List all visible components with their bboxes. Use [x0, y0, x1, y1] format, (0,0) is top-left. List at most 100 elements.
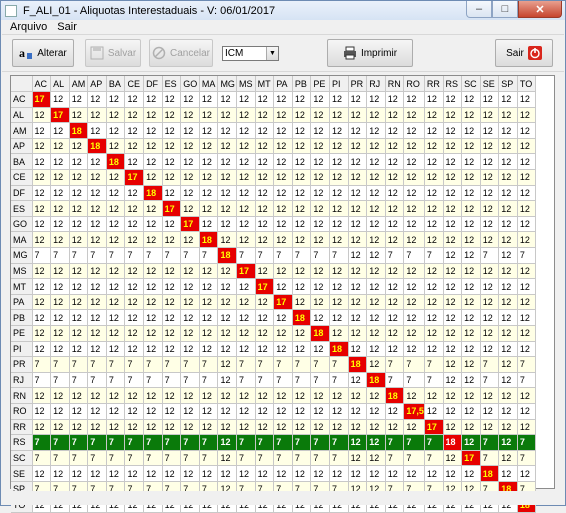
grid-cell[interactable]: 12 — [310, 278, 330, 295]
grid-cell[interactable]: 12 — [255, 169, 275, 186]
menu-arquivo[interactable]: Arquivo — [2, 20, 52, 34]
grid-cell[interactable]: 12 — [461, 341, 481, 358]
grid-cell[interactable]: 12 — [236, 107, 256, 124]
grid-cell[interactable]: 12 — [403, 465, 425, 482]
grid-cell[interactable]: 12 — [498, 216, 518, 233]
column-header-rj[interactable]: RJ — [366, 76, 386, 93]
grid-cell[interactable]: 12 — [143, 200, 163, 217]
grid-cell[interactable]: 12 — [443, 387, 463, 404]
grid-cell[interactable]: 12 — [87, 169, 107, 186]
grid-cell[interactable]: 12 — [106, 122, 126, 139]
row-header-mt[interactable]: MT — [11, 278, 33, 295]
grid-cell[interactable]: 12 — [385, 278, 405, 295]
grid-cell[interactable]: 12 — [50, 278, 70, 295]
grid-cell[interactable]: 12 — [32, 419, 52, 436]
grid-cell[interactable]: 12 — [310, 153, 330, 171]
grid-cell[interactable]: 12 — [329, 91, 349, 108]
grid-cell[interactable]: 12 — [366, 434, 386, 451]
grid-cell[interactable]: 12 — [69, 138, 89, 155]
grid-cell[interactable]: 12 — [424, 231, 444, 249]
grid-cell[interactable]: 12 — [424, 91, 444, 108]
menu-sair[interactable]: Sair — [52, 20, 82, 34]
grid-cell[interactable]: 12 — [143, 169, 163, 186]
grid-cell[interactable]: 12 — [366, 278, 386, 295]
grid-cell[interactable]: 12 — [87, 185, 107, 202]
grid-cell[interactable]: 7 — [273, 372, 293, 389]
grid-cell[interactable]: 12 — [292, 278, 312, 295]
grid-cell[interactable]: 12 — [199, 278, 219, 295]
grid-cell[interactable]: 12 — [424, 122, 444, 139]
grid-cell[interactable]: 17 — [236, 263, 256, 280]
grid-cell[interactable]: 12 — [348, 309, 368, 326]
grid-cell[interactable]: 12 — [498, 200, 518, 217]
grid-cell[interactable]: 12 — [273, 341, 293, 358]
grid-cell[interactable]: 12 — [443, 107, 463, 124]
grid-cell[interactable]: 12 — [498, 122, 518, 139]
grid-cell[interactable]: 12 — [329, 107, 349, 124]
grid-cell[interactable]: 12 — [50, 403, 70, 420]
table-row[interactable]: GO 12 12 12 12 12 12 12 12 17 12 12 12 12 12 12 12 12 12 12… — [11, 216, 537, 233]
grid-cell[interactable]: 12 — [366, 153, 386, 171]
grid-cell[interactable]: 12 — [498, 138, 518, 155]
grid-cell[interactable]: 12 — [366, 325, 386, 342]
row-header-ce[interactable]: CE — [11, 169, 33, 186]
grid-cell[interactable]: 12 — [106, 138, 126, 155]
grid-cell[interactable]: 12 — [273, 216, 293, 233]
grid-cell[interactable]: 12 — [217, 200, 238, 217]
grid-cell[interactable]: 7 — [50, 434, 70, 451]
column-header-mg[interactable]: MG — [217, 76, 238, 93]
grid-cell[interactable]: 12 — [385, 122, 405, 139]
grid-cell[interactable]: 7 — [50, 356, 70, 373]
grid-cell[interactable]: 12 — [292, 200, 312, 217]
grid-cell[interactable]: 7 — [143, 356, 163, 373]
grid-cell[interactable]: 12 — [236, 341, 256, 358]
grid-cell[interactable]: 12 — [480, 138, 500, 155]
grid-cell[interactable]: 7 — [385, 356, 405, 373]
grid-cell[interactable]: 12 — [480, 263, 500, 280]
table-row[interactable]: AC 17 12 12 12 12 12 12 12 12 12 12 12 12 12 12 12 12 12 12… — [11, 91, 537, 108]
column-header-df[interactable]: DF — [143, 76, 163, 93]
grid-cell[interactable]: 12 — [480, 185, 500, 202]
grid-cell[interactable]: 7 — [517, 372, 537, 389]
grid-cell[interactable]: 12 — [217, 153, 238, 171]
row-header-am[interactable]: AM — [11, 122, 33, 139]
grid-cell[interactable]: 12 — [69, 341, 89, 358]
grid-cell[interactable]: 12 — [180, 309, 200, 326]
grid-cell[interactable]: 12 — [106, 341, 126, 358]
grid-cell[interactable]: 12 — [255, 403, 275, 420]
column-header-al[interactable]: AL — [50, 76, 70, 93]
grid-cell[interactable]: 12 — [424, 309, 444, 326]
grid-cell[interactable]: 12 — [443, 169, 463, 186]
grid-cell[interactable]: 12 — [162, 341, 182, 358]
grid-cell[interactable]: 12 — [199, 107, 219, 124]
grid-cell[interactable]: 12 — [124, 185, 145, 202]
grid-cell[interactable]: 12 — [480, 387, 500, 404]
grid-cell[interactable]: 12 — [273, 325, 293, 342]
grid-cell[interactable]: 12 — [348, 216, 368, 233]
grid-cell[interactable]: 18 — [106, 153, 126, 171]
grid-cell[interactable]: 12 — [87, 263, 107, 280]
grid-cell[interactable]: 12 — [443, 294, 463, 311]
grid-cell[interactable]: 12 — [517, 419, 537, 436]
grid-cell[interactable]: 12 — [87, 325, 107, 342]
grid-cell[interactable]: 12 — [348, 263, 368, 280]
grid-cell[interactable]: 12 — [180, 153, 200, 171]
grid-cell[interactable]: 12 — [87, 278, 107, 295]
grid-cell[interactable]: 12 — [106, 419, 126, 436]
grid-cell[interactable]: 12 — [329, 419, 349, 436]
grid-cell[interactable]: 12 — [385, 419, 405, 436]
grid-cell[interactable]: 7 — [480, 356, 500, 373]
table-row[interactable]: RN 12 12 12 12 12 12 12 12 12 12 12 12 12 12 12 12 12 12 12… — [11, 387, 537, 404]
grid-cell[interactable]: 12 — [480, 91, 500, 108]
grid-cell[interactable]: 12 — [403, 341, 425, 358]
grid-cell[interactable]: 12 — [498, 419, 518, 436]
grid-cell[interactable]: 12 — [69, 216, 89, 233]
grid-cell[interactable]: 12 — [236, 465, 256, 482]
grid-cell[interactable]: 12 — [498, 403, 518, 420]
grid-cell[interactable]: 12 — [348, 138, 368, 155]
grid-cell[interactable]: 12 — [517, 294, 537, 311]
column-header-pe[interactable]: PE — [310, 76, 330, 93]
grid-cell[interactable]: 12 — [461, 231, 481, 249]
grid-cell[interactable]: 7 — [292, 450, 312, 467]
grid-cell[interactable]: 12 — [480, 216, 500, 233]
